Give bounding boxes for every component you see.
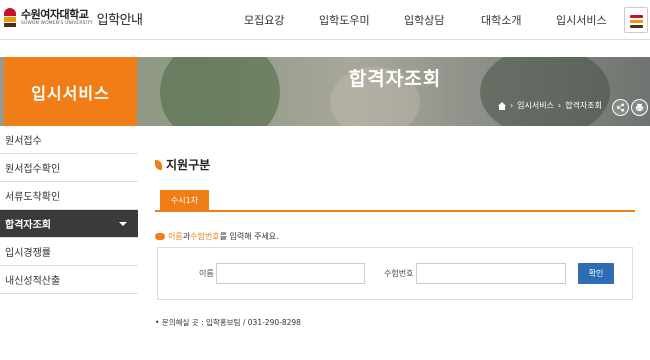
sidebar-item-application[interactable]: 원서접수 bbox=[0, 126, 138, 154]
leaf-icon bbox=[155, 159, 162, 170]
tab-early-admission-1[interactable]: 수시1차 bbox=[160, 190, 209, 211]
print-button[interactable] bbox=[631, 99, 648, 116]
nav-item-admission-helper[interactable]: 입학도우미 bbox=[319, 12, 370, 28]
form-instruction: 이름 과 수험번호 를 입력해 주세요. bbox=[155, 231, 279, 242]
speech-bubble-icon bbox=[155, 233, 165, 240]
confirm-button[interactable]: 확인 bbox=[578, 263, 614, 284]
page-title: 합격자조회 bbox=[348, 68, 442, 90]
sidebar-item-document-arrival[interactable]: 서류도착확인 bbox=[0, 182, 138, 210]
menu-bar-icon bbox=[630, 15, 643, 18]
exam-number-label: 수험번호 bbox=[384, 269, 414, 278]
sidebar-item-application-check[interactable]: 원서접수확인 bbox=[0, 154, 138, 182]
exam-number-input[interactable] bbox=[416, 263, 566, 284]
lookup-form: 이름 수험번호 확인 bbox=[157, 247, 633, 300]
tab-bar: 수시1차 bbox=[155, 190, 635, 212]
nav-item-admission-service[interactable]: 입시서비스 bbox=[556, 12, 607, 28]
main-nav: 모집요강 입학도우미 입학상담 대학소개 입시서비스 bbox=[0, 12, 650, 28]
breadcrumb: › 입시서비스 › 합격자조회 bbox=[497, 100, 602, 111]
chevron-down-icon bbox=[119, 222, 127, 226]
sidebar-item-competition-rate[interactable]: 입시경쟁률 bbox=[0, 238, 138, 266]
breadcrumb-item[interactable]: 합격자조회 bbox=[565, 100, 602, 111]
menu-bar-icon bbox=[630, 25, 643, 28]
section-heading: 지원구분 bbox=[155, 156, 210, 173]
name-input[interactable] bbox=[216, 263, 365, 284]
nav-item-admission-counsel[interactable]: 입학상담 bbox=[404, 12, 444, 28]
hamburger-menu-button[interactable] bbox=[624, 7, 648, 33]
menu-bar-icon bbox=[630, 20, 643, 23]
site-header: 수원여자대학교 SUWON WOMEN'S UNIVERSITY 입학안내 모집… bbox=[0, 0, 650, 40]
print-icon bbox=[635, 103, 644, 112]
nav-item-admission-guide[interactable]: 모집요강 bbox=[244, 12, 284, 28]
home-icon[interactable] bbox=[497, 101, 506, 110]
sidebar-item-result-lookup[interactable]: 합격자조회 bbox=[0, 210, 138, 238]
sidebar-section-title: 입시서비스 bbox=[4, 57, 137, 126]
breadcrumb-item[interactable]: 입시서비스 bbox=[517, 100, 554, 111]
sidebar-nav: 원서접수 원서접수확인 서류도착확인 합격자조회 입시경쟁률 내신성적산출 bbox=[0, 126, 138, 294]
share-icon bbox=[616, 103, 625, 112]
name-label: 이름 bbox=[199, 269, 214, 278]
contact-info: • 문의해실 곳 : 입학홍보팀 / 031-290-8298 bbox=[155, 318, 301, 327]
nav-item-about-university[interactable]: 대학소개 bbox=[481, 12, 521, 28]
sidebar-item-grade-calculation[interactable]: 내신성적산출 bbox=[0, 266, 138, 294]
share-button[interactable] bbox=[612, 99, 629, 116]
